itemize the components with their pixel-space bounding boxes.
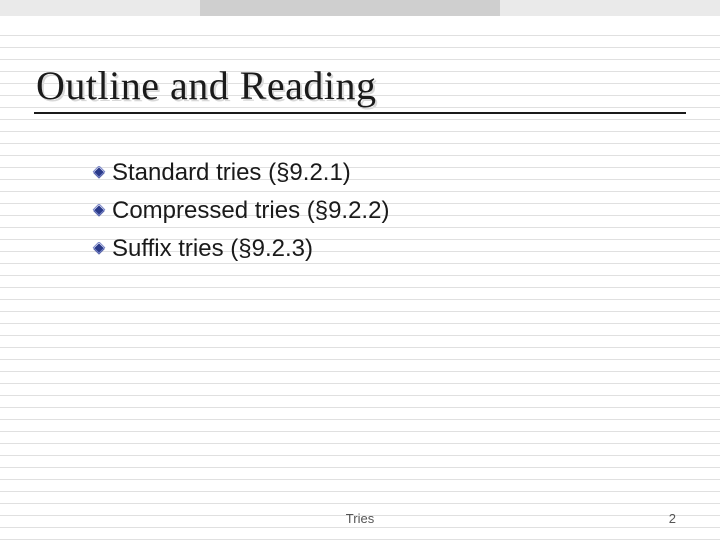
- diamond-icon: [92, 204, 106, 218]
- title-underline: [34, 112, 686, 114]
- slide-title: Outline and Reading: [36, 62, 377, 109]
- bullet-text: Compressed tries (§9.2.2): [112, 197, 389, 225]
- bullet-text: Standard tries (§9.2.1): [112, 159, 351, 187]
- bullet-text: Suffix tries (§9.2.3): [112, 235, 313, 263]
- top-bar-accent: [200, 0, 500, 16]
- footer-title: Tries: [0, 511, 720, 526]
- list-item: Standard tries (§9.2.1): [92, 156, 389, 190]
- bullet-list: Standard tries (§9.2.1) Compressed tries…: [92, 156, 389, 270]
- diamond-icon: [92, 242, 106, 256]
- page-number: 2: [669, 511, 676, 526]
- diamond-icon: [92, 166, 106, 180]
- list-item: Compressed tries (§9.2.2): [92, 194, 389, 228]
- list-item: Suffix tries (§9.2.3): [92, 232, 389, 266]
